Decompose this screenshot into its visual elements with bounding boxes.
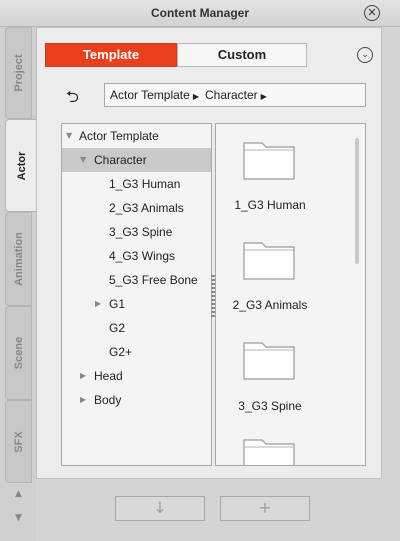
- tab-actor[interactable]: Actor: [5, 119, 37, 212]
- grid-item-label: 1_G3 Human: [234, 198, 306, 212]
- expanded-arrow-icon[interactable]: ▼: [66, 124, 72, 148]
- tree-item[interactable]: 4_G3 Wings: [62, 244, 211, 268]
- folder-icon[interactable]: [242, 434, 296, 466]
- collapsed-arrow-icon[interactable]: ▶: [80, 388, 86, 412]
- tree-item[interactable]: ▼ Character: [62, 148, 211, 172]
- down-arrow-icon: ↓: [153, 498, 167, 517]
- folder-tree: ▼ Actor Template ▼ Character 1_G3 Human …: [61, 123, 212, 466]
- apply-button[interactable]: ↓: [115, 496, 205, 521]
- close-icon[interactable]: ✕: [364, 5, 380, 21]
- tab-project[interactable]: Project: [5, 27, 32, 119]
- grid-item-label: 3_G3 Spine: [238, 399, 302, 413]
- breadcrumb-item[interactable]: Actor Template: [110, 88, 190, 102]
- chevron-down-icon[interactable]: ⌄: [357, 47, 373, 63]
- tree-item[interactable]: 5_G3 Free Bone: [62, 268, 211, 292]
- tree-item[interactable]: G2: [62, 316, 211, 340]
- expanded-arrow-icon[interactable]: ▼: [80, 148, 86, 172]
- tab-animation[interactable]: Animation: [5, 212, 32, 306]
- tab-sfx-label: SFX: [12, 430, 25, 453]
- content-panel: Template Custom ⌄ ⮌ Actor Template ▶ Chara…: [36, 27, 382, 479]
- window-title-bar: Content Manager ✕: [0, 0, 400, 27]
- tree-item[interactable]: G2+: [62, 340, 211, 364]
- template-tab[interactable]: Template: [45, 43, 177, 67]
- breadcrumb-item[interactable]: Character: [205, 88, 258, 102]
- plus-icon: +: [258, 498, 272, 517]
- folder-icon[interactable]: [242, 137, 296, 181]
- scroll-up-icon[interactable]: ▲: [5, 482, 32, 506]
- custom-tab[interactable]: Custom: [177, 43, 307, 67]
- breadcrumb[interactable]: Actor Template ▶ Character ▶: [104, 83, 366, 107]
- tab-animation-label: Animation: [12, 232, 25, 286]
- grid-item-label: 2_G3 Animals: [232, 298, 308, 312]
- scroll-down-icon[interactable]: ▼: [5, 506, 32, 530]
- back-icon[interactable]: ⮌: [66, 86, 88, 106]
- folder-icon[interactable]: [242, 237, 296, 281]
- collapsed-arrow-icon[interactable]: ▶: [95, 292, 101, 316]
- window-title: Content Manager: [150, 6, 249, 20]
- tree-item[interactable]: 3_G3 Spine: [62, 220, 211, 244]
- side-tab-column: Project Actor Animation Scene SFX ▲ ▼: [0, 27, 37, 541]
- tree-item[interactable]: ▶ G1: [62, 292, 211, 316]
- tree-item[interactable]: 1_G3 Human: [62, 172, 211, 196]
- tab-project-label: Project: [12, 54, 25, 92]
- tab-scene-label: Scene: [12, 336, 25, 370]
- collapsed-arrow-icon[interactable]: ▶: [80, 364, 86, 388]
- tab-sfx[interactable]: SFX: [5, 400, 32, 483]
- tab-scene[interactable]: Scene: [5, 306, 32, 400]
- add-button[interactable]: +: [220, 496, 310, 521]
- tree-item[interactable]: 2_G3 Animals: [62, 196, 211, 220]
- tree-item[interactable]: ▼ Actor Template: [62, 124, 211, 148]
- breadcrumb-arrow-icon: ▶: [260, 92, 267, 101]
- content-grid: 1_G3 Human 2_G3 Animals 3_G3 Spine: [215, 123, 366, 466]
- tree-item[interactable]: ▶ Head: [62, 364, 211, 388]
- tree-item[interactable]: ▶ Body: [62, 388, 211, 412]
- scrollbar-thumb[interactable]: [355, 138, 359, 264]
- folder-icon[interactable]: [242, 337, 296, 381]
- breadcrumb-arrow-icon: ▶: [192, 92, 199, 101]
- tab-scroll-controls: ▲ ▼: [5, 482, 32, 530]
- tab-actor-label: Actor: [15, 151, 28, 180]
